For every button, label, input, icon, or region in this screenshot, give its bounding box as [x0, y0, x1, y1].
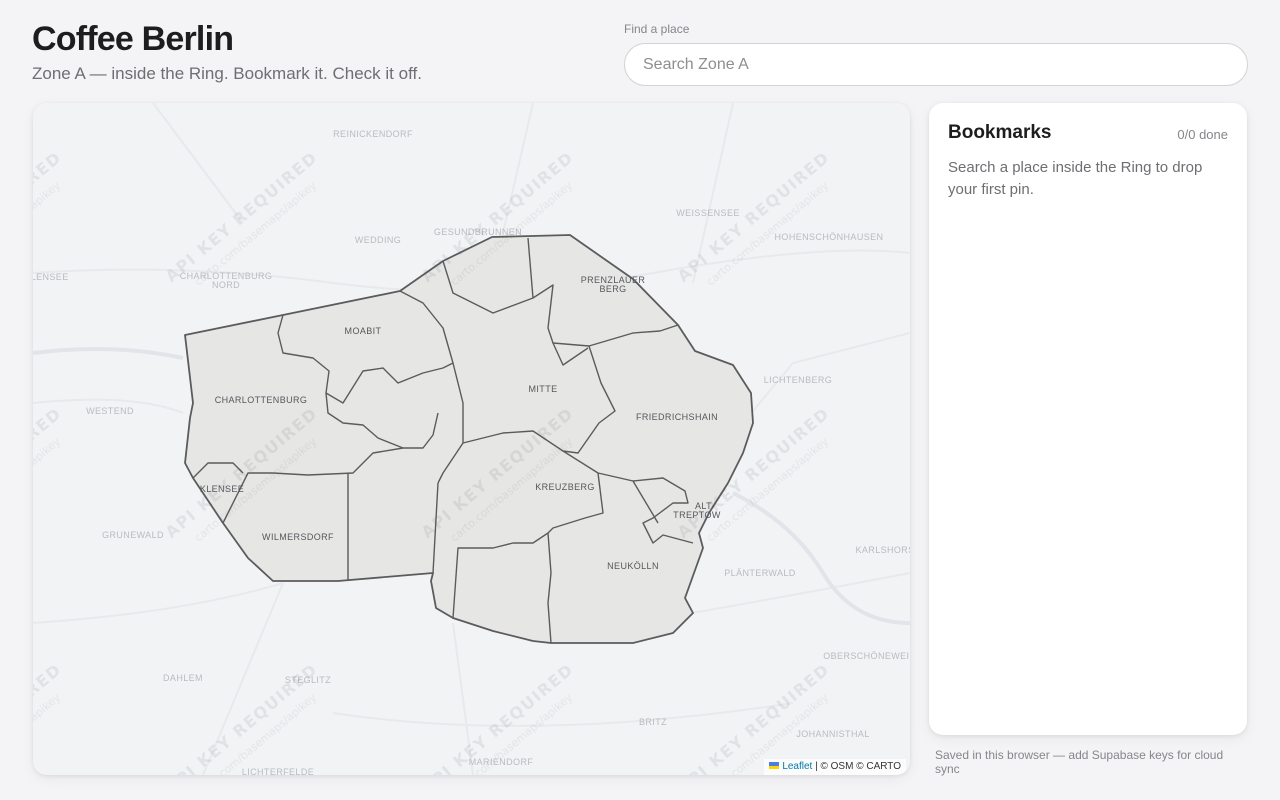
- label-karlshorst: KARLSHORST: [855, 545, 910, 555]
- label-friedrichshain: FRIEDRICHSHAIN: [636, 412, 718, 422]
- label-charlottenburg: CHARLOTTENBURG: [215, 395, 308, 405]
- label-charlottenburg-nord-2: NORD: [212, 280, 240, 290]
- leaflet-link[interactable]: Leaflet: [782, 761, 812, 772]
- label-lichtenberg: LICHTENBERG: [764, 375, 832, 385]
- label-westend: WESTEND: [86, 406, 134, 416]
- label-mitte: MITTE: [529, 384, 558, 394]
- search-label: Find a place: [624, 22, 690, 36]
- footer-note: Saved in this browser — add Supabase key…: [935, 748, 1224, 776]
- label-wedding: WEDDING: [355, 235, 401, 245]
- map-canvas[interactable]: MOABIT PRENZLAUER BERG MITTE FRIEDRICHSH…: [33, 103, 910, 775]
- bookmarks-title: Bookmarks: [948, 122, 1052, 143]
- bookmarks-count: 0/0 done: [1177, 127, 1228, 142]
- label-weissensee: WEISSENSEE: [676, 208, 740, 218]
- ukraine-flag-icon: [769, 762, 780, 769]
- app-subtitle: Zone A — inside the Ring. Bookmark it. C…: [32, 64, 422, 83]
- app-title: Coffee Berlin: [32, 20, 234, 58]
- label-halensee: HALENSEE: [33, 272, 69, 282]
- label-lichterfelde: LICHTERFELDE: [242, 767, 314, 775]
- label-johannisthal: JOHANNISTHAL: [796, 729, 869, 739]
- label-wilmersdorf: WILMERSDORF: [262, 532, 334, 542]
- label-oberschoeneweide: OBERSCHÖNEWEIDE: [823, 651, 910, 661]
- attribution-text: | © OSM © CARTO: [815, 761, 901, 772]
- label-reinickendorf: REINICKENDORF: [333, 129, 413, 139]
- label-grunewald: GRUNEWALD: [102, 530, 164, 540]
- label-dahlem: DAHLEM: [163, 673, 203, 683]
- label-plaenterwald: PLÄNTERWALD: [724, 568, 796, 578]
- label-berg: BERG: [599, 284, 626, 294]
- label-neukoelln: NEUKÖLLN: [607, 561, 659, 571]
- label-hohenschoenhausen: HOHENSCHÖNHAUSEN: [775, 232, 884, 242]
- label-britz: BRITZ: [639, 717, 667, 727]
- label-moabit: MOABIT: [345, 326, 382, 336]
- bookmarks-empty-message: Search a place inside the Ring to drop y…: [948, 159, 1203, 198]
- bookmarks-panel: Bookmarks 0/0 done Search a place inside…: [929, 103, 1247, 735]
- map-attribution: Leaflet | © OSM © CARTO: [764, 759, 906, 775]
- label-kreuzberg: KREUZBERG: [535, 482, 595, 492]
- search-input[interactable]: [624, 43, 1248, 86]
- map-panel[interactable]: MOABIT PRENZLAUER BERG MITTE FRIEDRICHSH…: [33, 103, 910, 775]
